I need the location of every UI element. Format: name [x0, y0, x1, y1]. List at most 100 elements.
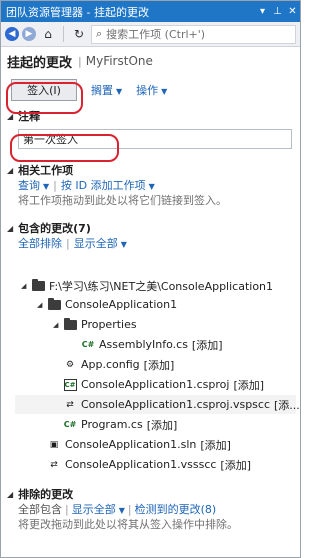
tree-node-label: ConsoleApplication1: [65, 298, 178, 311]
detected-changes-link[interactable]: 检测到的更改(8): [135, 501, 217, 517]
toolbar: ◀ ▶ ⌂ ↻ ⌕ 搜索工作项 (Ctrl+'): [1, 22, 300, 47]
tree-node-label: Properties: [81, 318, 137, 331]
chevron-down-icon: ▼: [161, 87, 168, 96]
query-label: 查询: [18, 179, 40, 192]
pin-icon[interactable]: ⊥: [270, 6, 285, 17]
query-menu[interactable]: 查询 ▼: [18, 177, 49, 193]
change-status: [添加]: [200, 438, 231, 452]
shelve-label: 搁置: [91, 84, 113, 97]
expand-icon[interactable]: ◢: [21, 282, 31, 290]
tree-node-label: ConsoleApplication1.csproj: [81, 378, 230, 391]
expand-icon: ◢: [7, 223, 14, 233]
dropdown-icon[interactable]: ▾: [255, 6, 270, 17]
excluded-changes-header[interactable]: ◢ 排除的更改: [1, 487, 300, 501]
chevron-down-icon: ▼: [43, 182, 50, 191]
expand-icon: ◢: [7, 165, 14, 175]
chevron-down-icon: ▼: [148, 182, 155, 191]
included-changes-header[interactable]: ◢ 包含的更改(7): [1, 221, 300, 235]
title-bar: 团队资源管理器 - 挂起的更改 ▾ ⊥ ✕: [1, 1, 300, 22]
tree-node-label: F:\学习\练习\NET之美\ConsoleApplication1: [49, 279, 274, 293]
shelve-menu[interactable]: 搁置 ▼: [91, 82, 122, 98]
comment-highlight-ring: [10, 134, 119, 162]
page-header: 挂起的更改 | MyFirstOne: [1, 47, 300, 75]
change-status: [添加]: [233, 378, 265, 392]
close-icon[interactable]: ✕: [285, 6, 300, 17]
expand-icon[interactable]: ◢: [37, 301, 47, 309]
tree-node[interactable]: ◢ Properties: [53, 315, 137, 334]
add-by-id-label: 按 ID 添加工作项: [60, 179, 146, 192]
solution-file-icon: ▣: [49, 439, 59, 450]
related-work-items-title: 相关工作项: [18, 164, 74, 177]
tree-node-label: Program.cs: [81, 418, 143, 431]
home-icon[interactable]: ⌂: [39, 25, 57, 43]
included-changes-title: 包含的更改(7): [18, 222, 91, 235]
toolbar-separator: [63, 26, 64, 42]
view-all-menu[interactable]: 显示全部 ▼: [74, 235, 127, 251]
checkin-highlight-ring: [6, 82, 83, 114]
tree-node[interactable]: ▣ ConsoleApplication1.sln [添加]: [47, 435, 231, 454]
project-name: MyFirstOne: [85, 54, 153, 68]
tree-node[interactable]: ⇄ ConsoleApplication1.csproj.vspscc [添..…: [63, 395, 300, 414]
related-work-items-links: 查询 ▼ | 按 ID 添加工作项 ▼: [1, 177, 300, 193]
chevron-down-icon: ▼: [120, 240, 127, 249]
chevron-down-icon: ▼: [118, 506, 125, 515]
search-icon: ⌕: [96, 27, 103, 40]
change-status: [添加]: [220, 458, 252, 472]
change-status: [添加]: [143, 358, 175, 372]
divider: |: [66, 236, 70, 250]
page-title: 挂起的更改: [7, 55, 73, 71]
expand-icon: ◢: [7, 489, 14, 499]
add-work-item-by-id-link[interactable]: 按 ID 添加工作项 ▼: [61, 177, 155, 193]
refresh-icon[interactable]: ↻: [70, 25, 88, 43]
header-separator: |: [78, 54, 82, 68]
folder-icon: [47, 297, 61, 311]
view-all-label: 显示全部: [73, 237, 118, 250]
csharp-file-icon: C#: [81, 340, 95, 349]
tree-node-label: ConsoleApplication1.sln: [65, 438, 197, 451]
view-all-menu[interactable]: 显示全部 ▼: [72, 501, 125, 517]
divider: |: [53, 178, 57, 192]
search-placeholder: 搜索工作项 (Ctrl+'): [106, 28, 206, 41]
config-file-icon: ⚙: [65, 359, 75, 370]
tree-node-label: App.config: [81, 358, 140, 371]
tree-node-label: AssemblyInfo.cs: [99, 338, 188, 351]
exclude-all-link[interactable]: 全部排除: [18, 235, 62, 251]
folder-icon: [63, 317, 77, 331]
related-work-items-hint: 将工作项拖动到此处以将它们链接到签入。: [18, 194, 227, 207]
actions-label: 操作: [136, 84, 159, 97]
csproj-badge: C#: [63, 378, 77, 391]
team-explorer-window: 团队资源管理器 - 挂起的更改 ▾ ⊥ ✕ ◀ ▶ ⌂ ↻ ⌕ 搜索工作项 (C…: [0, 0, 301, 558]
divider: |: [65, 502, 69, 516]
include-all-link[interactable]: 全部包含: [18, 501, 62, 517]
divider: |: [127, 502, 132, 516]
csproj-file-icon: C#: [63, 378, 77, 391]
tree-node[interactable]: ◢ F:\学习\练习\NET之美\ConsoleApplication1: [21, 276, 273, 295]
source-control-file-icon: ⇄: [50, 459, 58, 470]
search-work-items-input[interactable]: ⌕ 搜索工作项 (Ctrl+'): [91, 24, 296, 44]
tree-node[interactable]: ⇄ ConsoleApplication1.vssscc [添加]: [47, 455, 251, 474]
tree-node[interactable]: ◢ ConsoleApplication1: [37, 295, 177, 314]
included-changes-links: 全部排除 | 显示全部 ▼: [1, 235, 300, 251]
back-icon[interactable]: ◀: [5, 27, 19, 41]
forward-icon[interactable]: ▶: [22, 27, 36, 41]
folder-icon: [31, 278, 45, 292]
tree-node-label: ConsoleApplication1.csproj.vspscc: [81, 398, 270, 411]
window-title: 团队资源管理器 - 挂起的更改: [6, 5, 149, 19]
tree-node[interactable]: C# ConsoleApplication1.csproj [添加]: [63, 375, 264, 394]
tree-node-label: ConsoleApplication1.vssscc: [65, 458, 217, 471]
excluded-changes-hint: 将更改拖动到此处以将其从签入操作中排除。: [18, 518, 238, 531]
tree-node[interactable]: ⚙ App.config [添加]: [63, 355, 174, 374]
change-status: [添加]: [191, 338, 223, 352]
chevron-down-icon: ▼: [116, 87, 123, 96]
tree-node[interactable]: C# AssemblyInfo.cs [添加]: [81, 335, 223, 354]
change-status: [添...: [274, 398, 300, 412]
view-all-label: 显示全部: [71, 503, 116, 516]
csharp-file-icon: C#: [63, 420, 77, 429]
related-work-items-header[interactable]: ◢ 相关工作项: [1, 163, 300, 177]
excluded-changes-title: 排除的更改: [18, 488, 74, 501]
expand-icon[interactable]: ◢: [53, 321, 63, 329]
excluded-changes-links: 全部包含 | 显示全部 ▼ | 检测到的更改(8): [1, 501, 300, 517]
change-status: [添加]: [146, 418, 178, 432]
actions-menu[interactable]: 操作 ▼: [136, 82, 167, 98]
tree-node[interactable]: C# Program.cs [添加]: [63, 415, 178, 434]
